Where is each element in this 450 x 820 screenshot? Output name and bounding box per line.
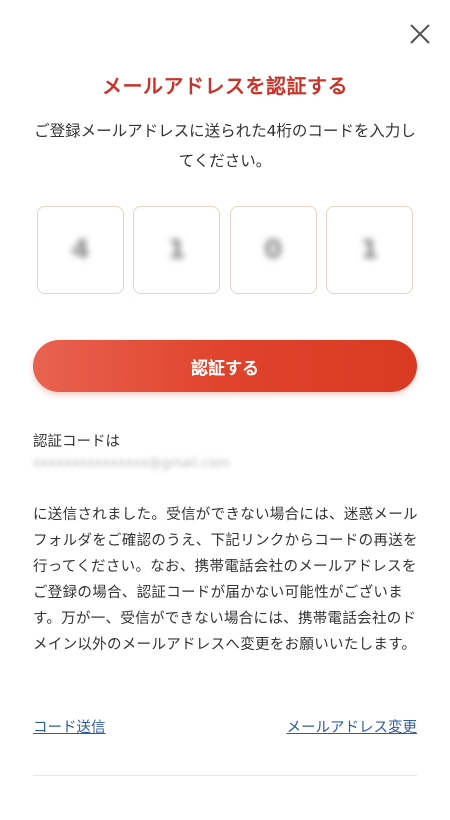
change-email-link[interactable]: メールアドレス変更 (287, 716, 418, 737)
code-digit: 0 (264, 235, 283, 265)
code-sent-label: 認証コードは (33, 434, 120, 450)
dialog-description: ご登録メールアドレスに送られた4桁のコードを入力してください。 (34, 122, 416, 170)
notice-text: に送信されました。受信ができない場合には、迷惑メールフォルダをご確認のうえ、下記… (33, 507, 418, 653)
code-input-2[interactable]: 1 (133, 206, 221, 294)
close-button[interactable] (408, 22, 432, 46)
divider (33, 775, 417, 776)
code-digit: 1 (360, 235, 379, 265)
code-input-group: 4 1 0 1 (37, 206, 413, 294)
verify-button[interactable]: 認証する (33, 340, 417, 392)
dialog-title: メールアドレスを認証する (102, 74, 348, 98)
masked-email: xxxxxxxxxxxxxxx@gmail.com (33, 456, 230, 471)
close-icon (410, 24, 430, 44)
code-digit: 4 (71, 235, 90, 265)
code-input-1[interactable]: 4 (37, 206, 124, 294)
code-digit: 1 (167, 235, 186, 265)
code-input-3[interactable]: 0 (229, 206, 317, 294)
resend-code-link[interactable]: コード送信 (33, 716, 106, 737)
code-input-4[interactable]: 1 (325, 206, 413, 294)
